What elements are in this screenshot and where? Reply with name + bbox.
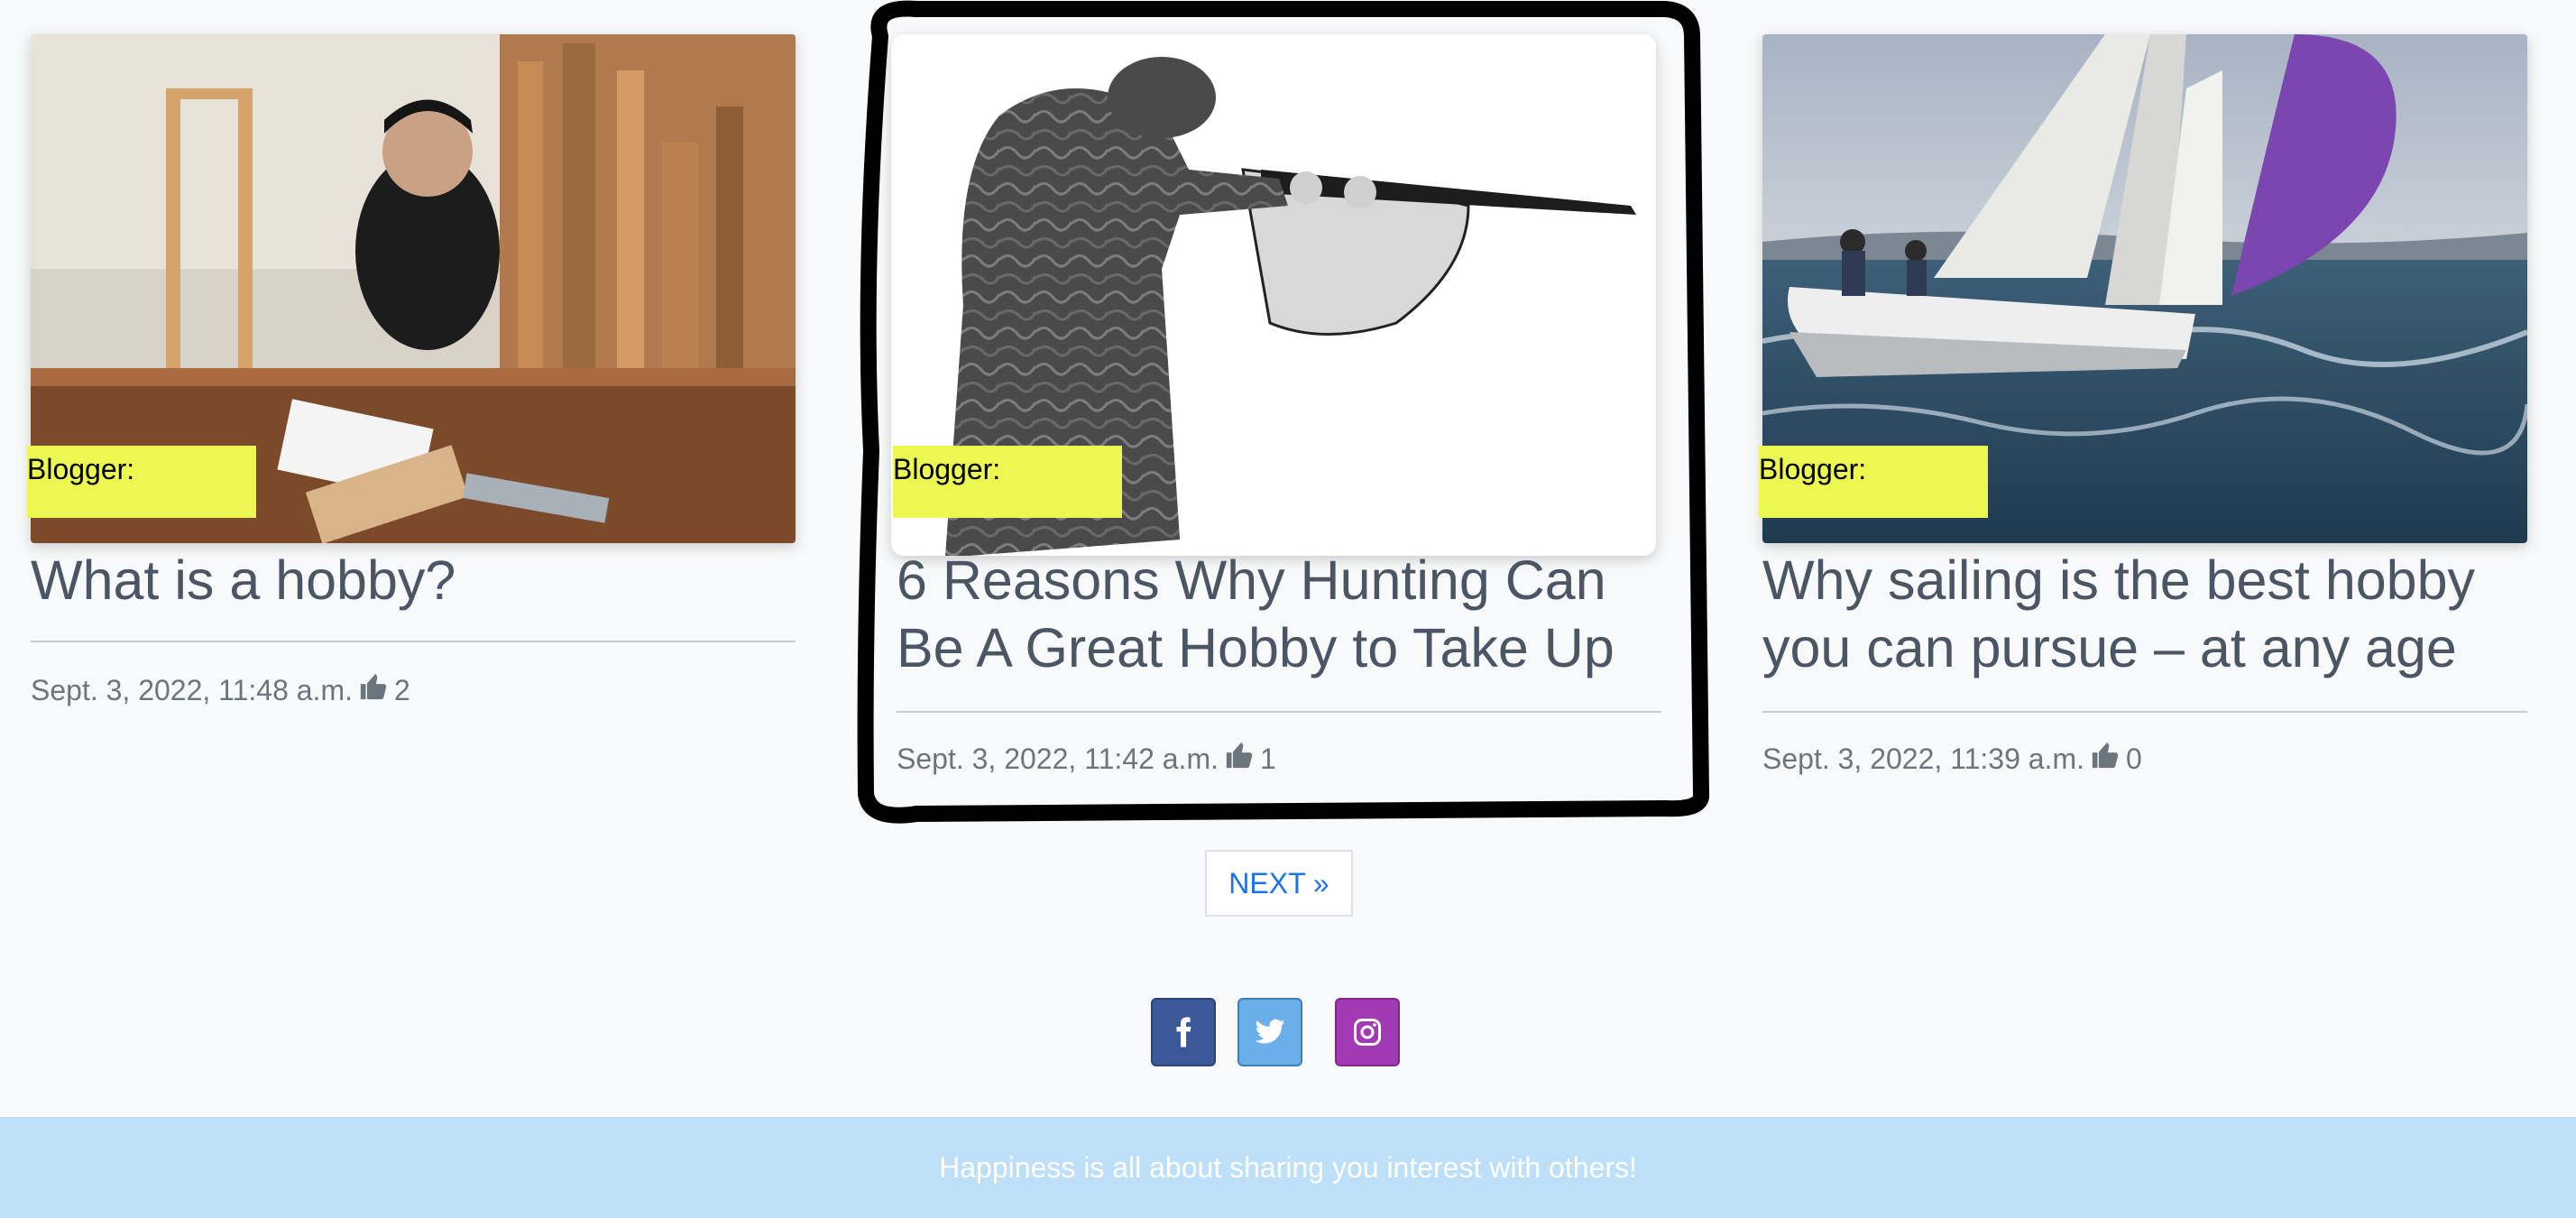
like-count: 1 [1259,742,1276,775]
blogger-label: Blogger: [893,446,1122,518]
post-title[interactable]: What is a hobby? [31,547,796,614]
post-title[interactable]: 6 Reasons Why Hunting Can Be A Great Hob… [897,547,1661,682]
post-title[interactable]: Why sailing is the best hobby you can pu… [1762,547,2527,682]
post-meta: Sept. 3, 2022, 11:48 a.m. 2 [31,671,410,709]
next-page-button[interactable]: NEXT » [1205,850,1353,917]
site-footer: Happiness is all about sharing you inter… [0,1117,2576,1218]
post-date: Sept. 3, 2022, 11:39 a.m. [1762,742,2084,775]
instagram-icon [1354,1019,1381,1046]
instagram-button[interactable] [1335,998,1400,1066]
post-date: Sept. 3, 2022, 11:48 a.m. [31,673,353,706]
blogger-label: Blogger: [27,446,256,518]
footer-tagline: Happiness is all about sharing you inter… [939,1150,1637,1184]
like-count: 0 [2125,742,2142,775]
post-meta: Sept. 3, 2022, 11:42 a.m. 1 [897,740,1276,778]
like-count: 2 [393,673,410,706]
facebook-button[interactable] [1151,998,1216,1066]
post-date: Sept. 3, 2022, 11:42 a.m. [897,742,1219,775]
twitter-icon [1255,1019,1285,1044]
thumbs-up-icon[interactable] [358,671,389,709]
thumbs-up-icon[interactable] [2090,740,2121,778]
divider [897,711,1661,713]
divider [31,641,796,642]
blogger-label: Blogger: [1759,446,1988,518]
twitter-button[interactable] [1237,998,1302,1066]
facebook-icon [1176,1017,1191,1047]
thumbs-up-icon[interactable] [1224,740,1255,778]
divider [1762,711,2527,713]
post-meta: Sept. 3, 2022, 11:39 a.m. 0 [1762,740,2142,778]
